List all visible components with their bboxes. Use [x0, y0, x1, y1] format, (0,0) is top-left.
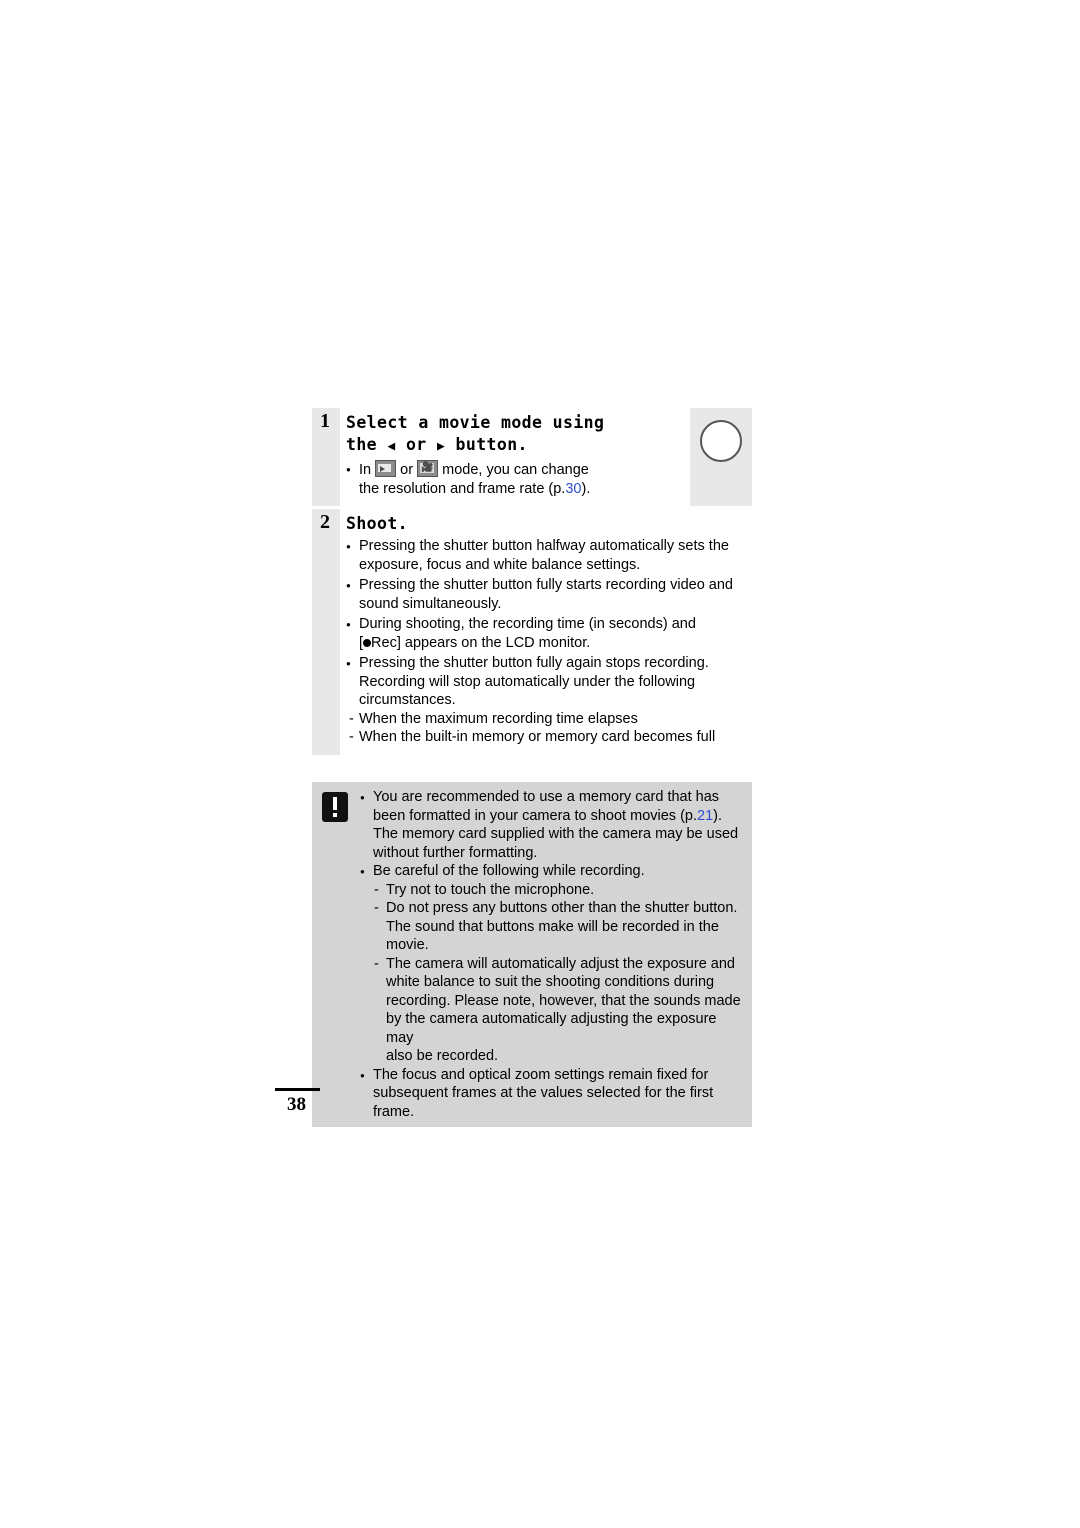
note-dash-2-line2: The sound that buttons make will be reco…: [386, 918, 719, 935]
step-1-title-line2: the ◀ or ▶ button.: [346, 434, 684, 458]
step-2: 2 Shoot. Pressing the shutter button hal…: [312, 508, 752, 755]
left-arrow-icon: ◀: [387, 439, 396, 454]
step-1-title-line1: Select a movie mode using: [346, 413, 605, 432]
document-page: 1 Select a movie mode using the ◀ or ▶ b…: [0, 0, 1080, 1528]
right-arrow-icon: ▶: [436, 439, 446, 454]
note-dash-2-line3: movie.: [386, 937, 429, 953]
step-2-number: 2: [312, 509, 338, 535]
step-1: 1 Select a movie mode using the ◀ or ▶ b…: [312, 408, 752, 506]
step-2-bullet-4-line3: circumstances.: [359, 692, 456, 708]
round-button-icon: [700, 420, 742, 462]
note-pageref-pre: been formatted in your camera to shoot m…: [373, 807, 697, 824]
step-2-dash-1: When the maximum recording time elapses: [346, 710, 746, 729]
step-2-bullet-4-line2: Recording will stop automatically under …: [359, 673, 696, 690]
step-1-pageref-post: ).: [581, 480, 591, 497]
step-1-title-the: the: [346, 435, 378, 454]
step-2-bullet-3: During shooting, the recording time (in …: [346, 615, 746, 634]
exclamation-icon: [322, 792, 348, 822]
page-reference-21[interactable]: 21: [697, 808, 713, 824]
step-1-bullet-mid: or: [400, 462, 414, 478]
note-bullet-3-line3: frame.: [373, 1103, 415, 1120]
step-2-bullet-3-line2: [Rec] appears on the LCD monitor.: [346, 634, 746, 653]
note-dash-3-line5: also be recorded.: [386, 1048, 499, 1064]
movie-standard-icon: [417, 460, 439, 477]
note-dash-3-line2: white balance to suit the shooting condi…: [386, 974, 715, 990]
step-2-dash-2: When the built-in memory or memory card …: [346, 728, 746, 747]
movie-mode-icon: [375, 460, 397, 477]
note-bullet-1-line3: The memory card supplied with the camera…: [373, 826, 739, 842]
step-1-title-or: or: [405, 435, 427, 454]
step-1-bullet-post: mode, you can change: [442, 462, 589, 478]
note-bullet-3: The focus and optical zoom settings rema…: [360, 1066, 746, 1085]
note-pageref-post: ).: [713, 807, 722, 824]
note-dash-3: The camera will automatically adjust the…: [360, 955, 746, 974]
page-reference-30[interactable]: 30: [565, 481, 581, 497]
note-bullet-1-line4: without further formatting.: [373, 844, 538, 861]
step-1-bullet-1: In or mode, you can change: [346, 460, 684, 480]
step-2-bullet-1-line2: exposure, focus and white balance settin…: [359, 556, 641, 573]
mode-button-graphic: [700, 420, 744, 464]
caution-note-block: You are recommended to use a memory card…: [312, 782, 752, 1127]
step-2-title: Shoot.: [346, 514, 409, 533]
step-2-bullet-2: Pressing the shutter button fully starts…: [346, 576, 746, 595]
page-footer: 38: [275, 1088, 335, 1117]
step-1-number: 1: [312, 408, 338, 434]
step-2-bullet-2-line2: sound simultaneously.: [359, 595, 502, 612]
note-bullet-3-line2: subsequent frames at the values selected…: [373, 1085, 714, 1101]
note-bullet-1: You are recommended to use a memory card…: [360, 788, 746, 807]
step-1-title-button: button.: [455, 435, 528, 454]
note-dash-2: Do not press any buttons other than the …: [360, 899, 746, 918]
page-number: 38: [287, 1094, 306, 1115]
step-1-bullet-pre: In: [359, 462, 372, 478]
note-dash-3-line4: by the camera automatically adjusting th…: [386, 1011, 717, 1046]
step-2-bullet-4: Pressing the shutter button fully again …: [346, 654, 746, 673]
caution-note-body: You are recommended to use a memory card…: [360, 788, 746, 1121]
note-bullet-2: Be careful of the following while record…: [360, 862, 746, 881]
step-2-bullet-1: Pressing the shutter button halfway auto…: [346, 537, 746, 556]
rec-text: Rec] appears on the LCD monitor.: [371, 634, 591, 651]
instruction-steps: 1 Select a movie mode using the ◀ or ▶ b…: [312, 408, 752, 755]
note-dash-1: Try not to touch the microphone.: [360, 881, 746, 900]
caution-icon: [322, 792, 348, 822]
note-bullet-1-line2: been formatted in your camera to shoot m…: [360, 807, 746, 826]
step-1-pageref-pre: the resolution and frame rate (p.: [359, 480, 566, 497]
note-dash-3-line3: recording. Please note, however, that th…: [386, 992, 741, 1009]
record-dot-icon: [363, 638, 372, 647]
step-1-bullet-1-line2: the resolution and frame rate (p.30).: [346, 480, 684, 499]
